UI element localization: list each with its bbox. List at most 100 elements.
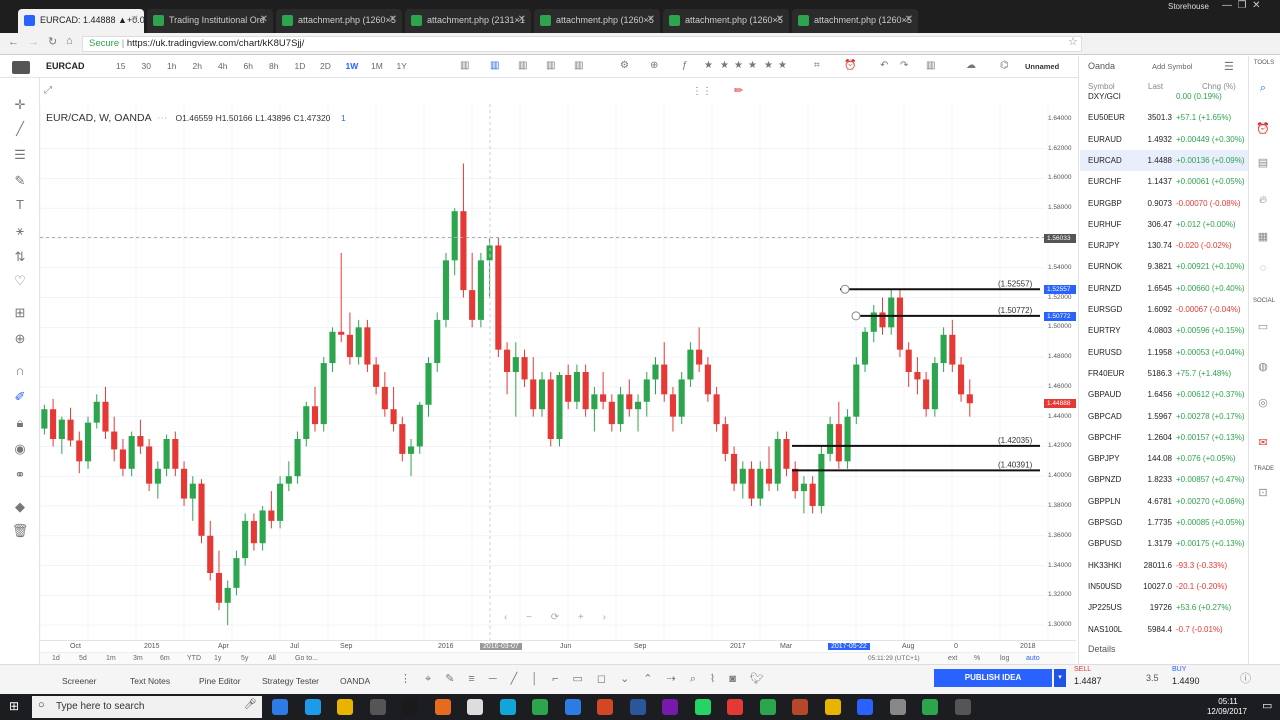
star5-icon[interactable]: ★	[764, 60, 773, 71]
scale-auto[interactable]: auto	[1026, 655, 1040, 662]
pencil-icon[interactable]: ✏	[734, 84, 743, 97]
candle-body[interactable]	[442, 260, 450, 320]
candle-body[interactable]	[905, 349, 912, 372]
candle-body[interactable]	[888, 297, 895, 328]
buy-price-button[interactable]: 1.4490	[1172, 676, 1200, 686]
scale-ext[interactable]: ext	[948, 655, 957, 662]
nav-back-icon[interactable]: ←	[8, 36, 19, 48]
watchlist-row[interactable]: GBPAUD 1.6456 +0.00612 (+0.37%)	[1080, 384, 1248, 405]
range-6[interactable]: 1y	[214, 655, 221, 662]
interval-1D[interactable]: 1D	[295, 61, 306, 71]
profile-name[interactable]: Storehouse	[1168, 2, 1209, 11]
candle-body[interactable]	[451, 211, 458, 261]
interval-1M[interactable]: 1M	[371, 61, 383, 71]
heart-icon[interactable]: ♡	[11, 272, 29, 290]
candle-body[interactable]	[460, 211, 467, 291]
candle-body[interactable]	[731, 453, 738, 484]
candle-body[interactable]	[678, 379, 685, 417]
interval-8h[interactable]: 8h	[269, 61, 278, 71]
candle-body[interactable]	[600, 394, 607, 402]
candle-body[interactable]	[591, 394, 598, 410]
candle-body[interactable]	[608, 401, 615, 425]
browser-tab[interactable]: attachment.php (1260×5 ✕	[534, 9, 660, 33]
candle-body[interactable]	[329, 331, 336, 364]
publish-dropdown[interactable]: ▾	[1054, 669, 1066, 687]
candle-body[interactable]	[521, 357, 528, 380]
watchlist-row[interactable]: EURUSD 1.1958 +0.00053 (+0.04%)	[1080, 342, 1248, 363]
candle-body[interactable]	[800, 483, 807, 492]
candle-body[interactable]	[896, 297, 904, 350]
tab-close-icon[interactable]: ✕	[518, 9, 526, 31]
watchlist-row[interactable]: HK33HKI 28011.6 -93.3 (-0.33%)	[1080, 555, 1248, 576]
candles-icon[interactable]: ▥	[490, 60, 499, 71]
scale-%[interactable]: %	[974, 655, 980, 662]
url-field[interactable]: Secure | https://uk.tradingview.com/char…	[82, 36, 1082, 52]
taskbar-app-icon[interactable]	[402, 699, 418, 715]
signals-icon[interactable]: ◎	[1254, 396, 1272, 412]
fullscreen-icon[interactable]: ⤢	[44, 85, 52, 96]
candle-body[interactable]	[556, 374, 563, 439]
watchlist-row[interactable]: FR40EUR 5186.3 +75.7 (+1.48%)	[1080, 363, 1248, 384]
tab-close-icon[interactable]: ✕	[131, 9, 139, 31]
interval-6h[interactable]: 6h	[244, 61, 253, 71]
range-9[interactable]: Go to...	[295, 655, 318, 662]
eye-icon[interactable]: ◉	[11, 440, 29, 458]
trendline-icon[interactable]: ╱	[11, 120, 29, 138]
candle-body[interactable]	[547, 379, 554, 439]
candle-body[interactable]	[835, 424, 842, 462]
candle-body[interactable]	[215, 573, 223, 603]
candle-body[interactable]	[565, 374, 572, 402]
bottom-drawing-tools[interactable]: ⋮⌖✎≡─╱│⌐▭◻⌄⌃⇢⌕⌇◙🐦︎	[400, 672, 778, 686]
watchlist-row[interactable]: GBPNZD 1.8233 +0.00857 (+0.47%)	[1080, 469, 1248, 490]
candle-body[interactable]	[931, 363, 938, 410]
watchlist-row[interactable]: EURCHF 1.1437 +0.00061 (+0.05%)	[1080, 171, 1248, 192]
windows-start-icon[interactable]: ⊞	[9, 699, 19, 713]
candle-body[interactable]	[128, 436, 135, 469]
line-icon[interactable]: ▥	[546, 60, 555, 71]
chart-svg[interactable]: (1.52557) (1.50772) (1.42035) (1.40391)	[40, 104, 1076, 640]
candle-body[interactable]	[198, 483, 205, 536]
candle-body[interactable]	[58, 419, 65, 439]
candle-body[interactable]	[84, 422, 92, 462]
browser-tab[interactable]: Trading Institutional Ord ✕	[147, 9, 273, 33]
watchlist-row[interactable]: JP225US 19726 +53.6 (+0.27%)	[1080, 597, 1248, 618]
candle-body[interactable]	[76, 440, 83, 462]
candle-body[interactable]	[530, 379, 537, 410]
watchlist-row[interactable]: GBPCHF 1.2604 +0.00157 (+0.13%)	[1080, 427, 1248, 448]
layers-icon[interactable]: ◆	[11, 498, 29, 516]
candle-body[interactable]	[652, 364, 659, 380]
hotlist-icon[interactable]: 🔥︎	[1254, 194, 1272, 210]
candle-body[interactable]	[364, 327, 371, 365]
candle-body[interactable]	[277, 483, 284, 521]
browser-tab[interactable]: attachment.php (2131×1 ✕	[405, 9, 531, 33]
brush-icon[interactable]: ✎	[11, 172, 29, 190]
link-icon[interactable]: ⚭	[11, 466, 29, 484]
watchlist-row[interactable]: EURGBP 0.9073 -0.00070 (-0.08%)	[1080, 193, 1248, 214]
area-icon[interactable]: ▥	[574, 60, 583, 71]
lock-icon[interactable]: 🔒︎	[11, 414, 29, 432]
taskbar-app-icon[interactable]	[824, 699, 841, 715]
candle-body[interactable]	[477, 260, 484, 320]
candle-body[interactable]	[486, 245, 493, 261]
settings-icon[interactable]: ⚙	[620, 60, 629, 71]
candle-body[interactable]	[495, 245, 502, 350]
candle-body[interactable]	[399, 424, 406, 454]
legend-indicator-count[interactable]: 1	[341, 114, 345, 123]
taskbar-app-icon[interactable]	[922, 699, 938, 715]
candle-body[interactable]	[259, 510, 266, 544]
avatar[interactable]	[12, 61, 30, 74]
indicators-icon[interactable]: ƒ	[682, 60, 688, 71]
details-toggle[interactable]: Details	[1088, 644, 1116, 654]
candle-body[interactable]	[827, 424, 834, 454]
candle-body[interactable]	[573, 372, 580, 402]
watchlist-row[interactable]: IN50USD 10027.0 -20.1 (-0.20%)	[1080, 576, 1248, 597]
window-controls[interactable]: — ❐ ✕	[1222, 0, 1260, 11]
candle-body[interactable]	[538, 379, 546, 410]
interval-30[interactable]: 30	[142, 61, 151, 71]
candle-body[interactable]	[783, 439, 790, 469]
interval-2D[interactable]: 2D	[320, 61, 331, 71]
tab-close-icon[interactable]: ✕	[389, 9, 397, 31]
taskbar-app-icon[interactable]	[629, 699, 646, 715]
candle-body[interactable]	[137, 436, 144, 447]
add-symbol-button[interactable]: Add Symbol	[1152, 62, 1192, 71]
